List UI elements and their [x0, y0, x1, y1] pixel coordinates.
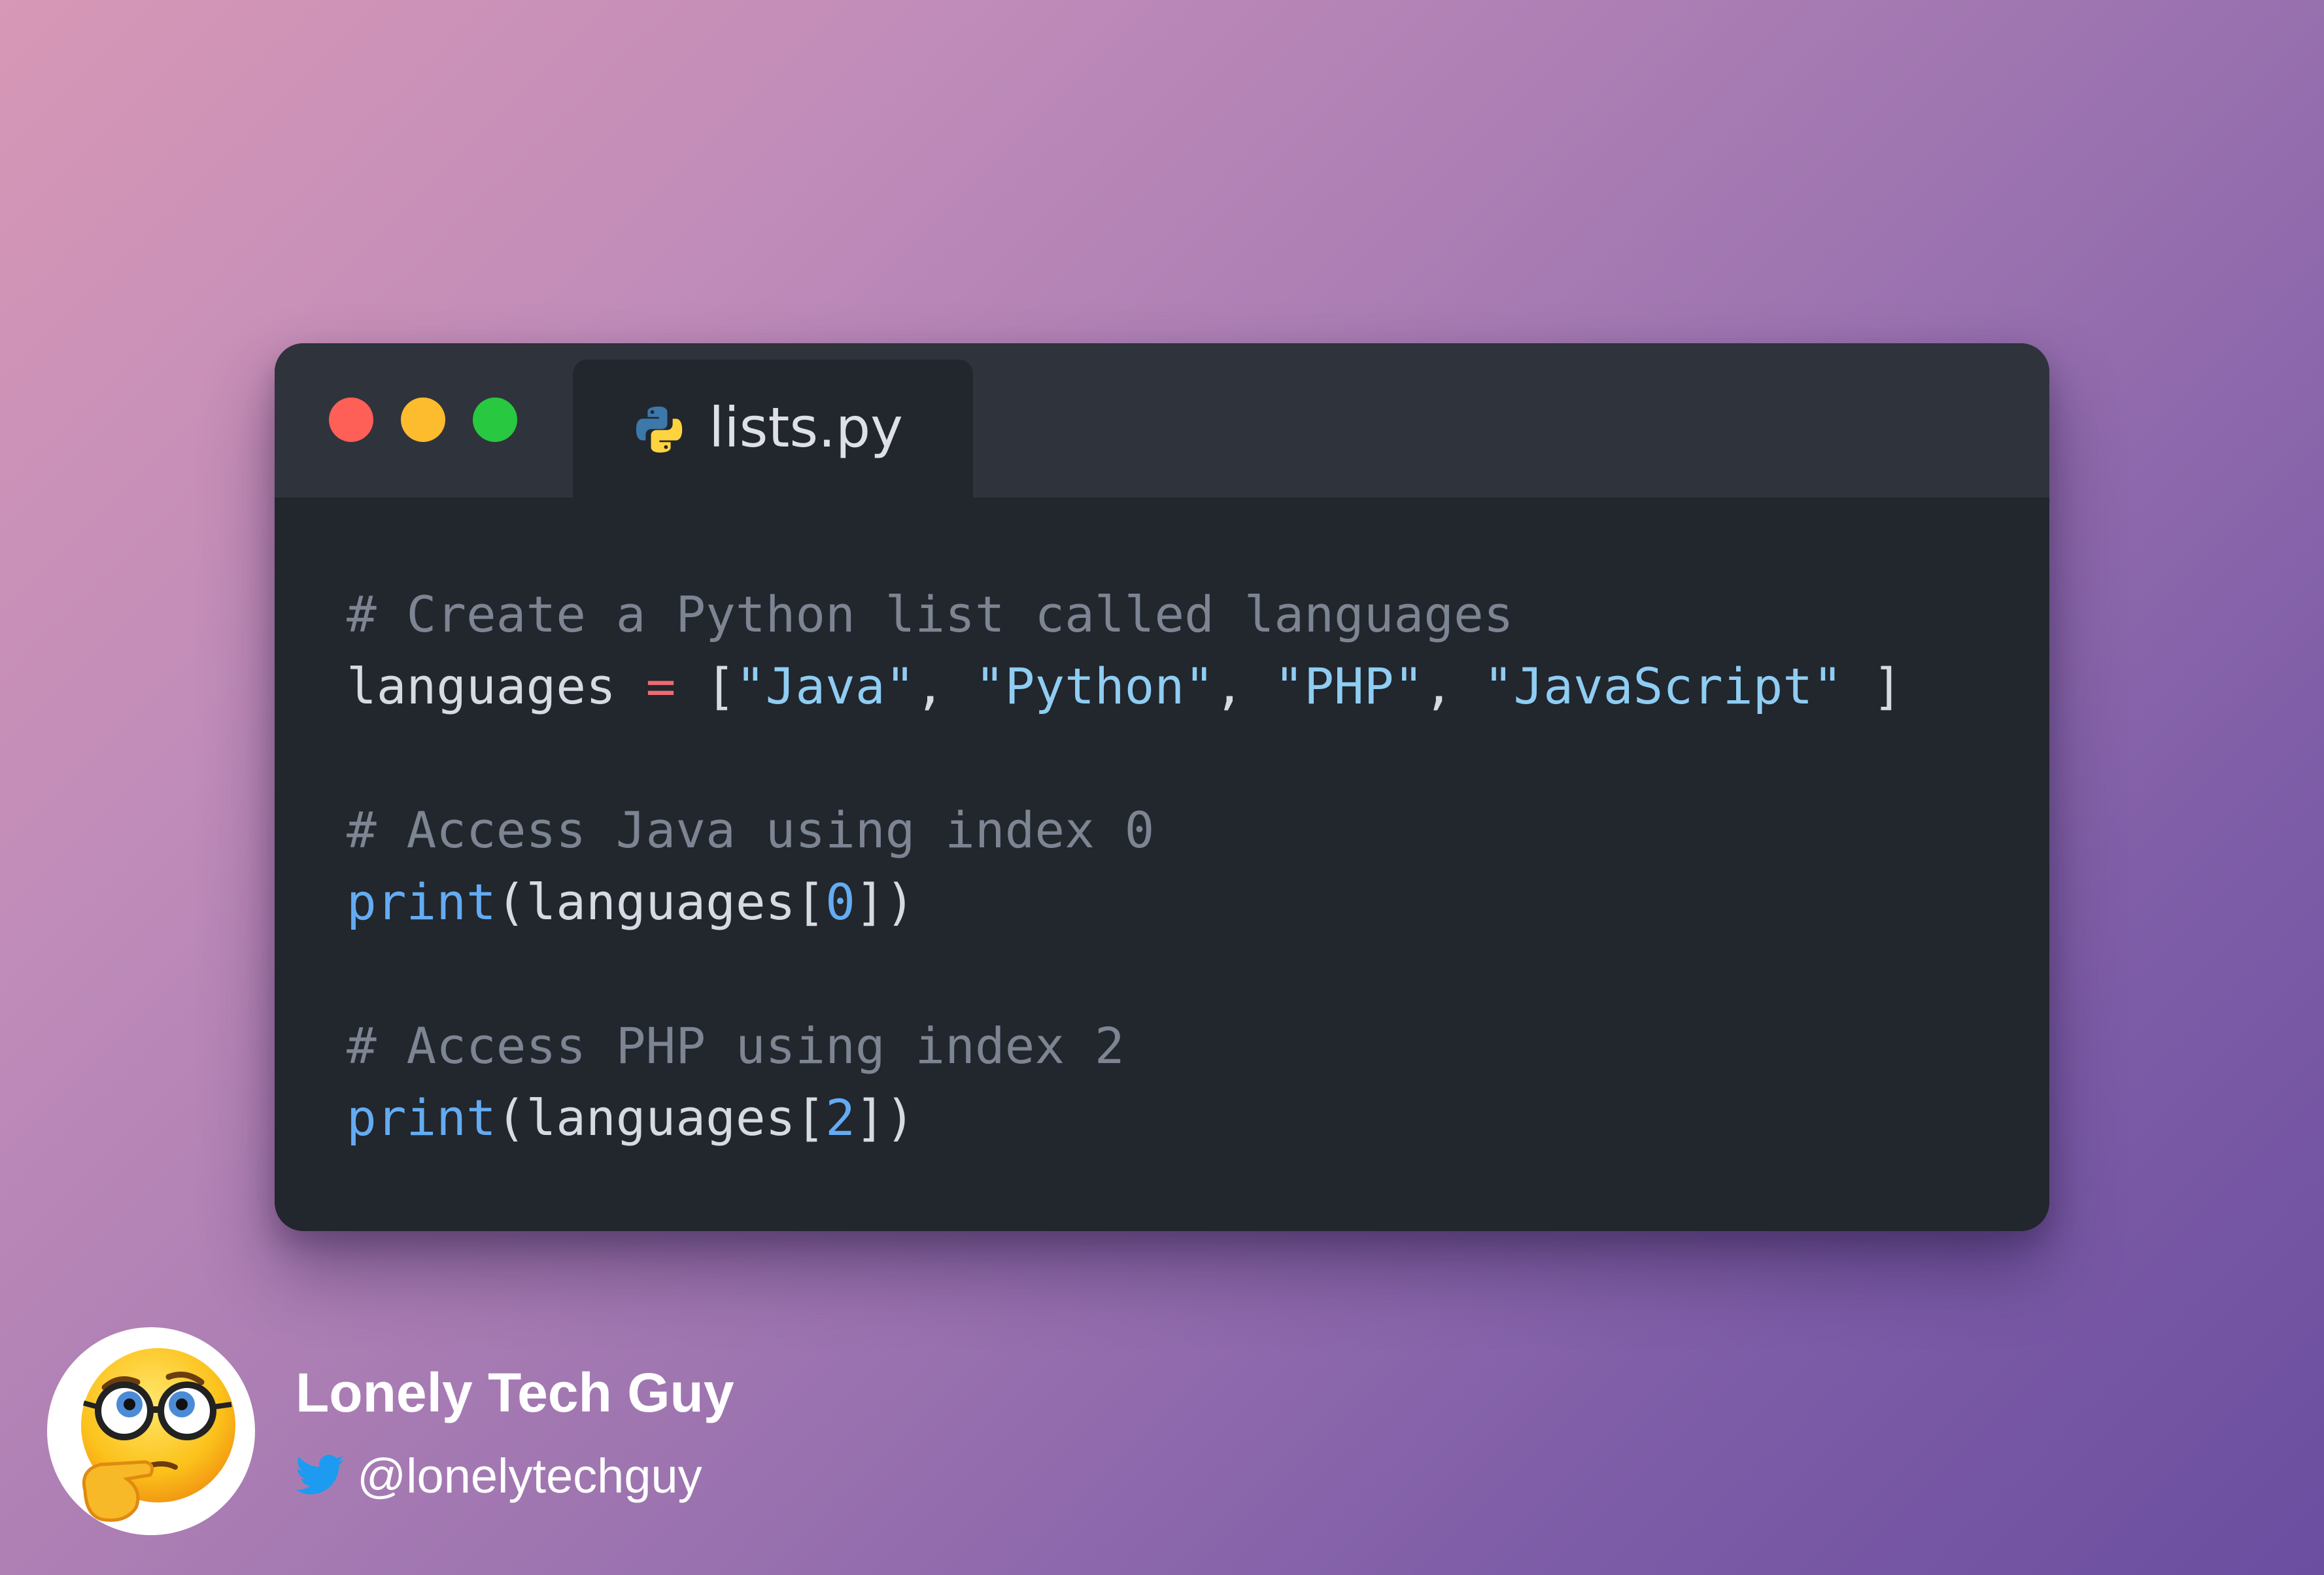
code-token-plain: ] [1842, 657, 1903, 715]
code-token-str: "Java" [735, 657, 915, 715]
code-line: print(languages[2]) [347, 1082, 1902, 1154]
code-token-fn: print [347, 873, 496, 931]
file-tab[interactable]: lists.py [573, 360, 973, 498]
code-token-comment: # Access Java using index 0 [347, 801, 1155, 859]
code-token-num: 2 [825, 1089, 855, 1147]
code-line: # Access Java using index 0 [347, 794, 1902, 866]
author-name: Lonely Tech Guy [296, 1362, 734, 1423]
tab-filename: lists.py [709, 396, 903, 460]
code-token-plain: (languages[ [496, 873, 826, 931]
code-token-comment: # Access PHP using index 2 [347, 1017, 1125, 1075]
code-token-op: = [645, 657, 676, 715]
code-token-str: "JavaScript" [1483, 657, 1843, 715]
code-line: print(languages[0]) [347, 866, 1902, 938]
code-window: lists.py # Create a Python list called l… [275, 343, 2049, 1231]
twitter-bird-icon [296, 1455, 344, 1495]
code-token-plain: , [1214, 657, 1274, 715]
code-line: # Access PHP using index 2 [347, 1010, 1902, 1082]
code-token-plain: , [1424, 657, 1484, 715]
code-token-str: "PHP" [1274, 657, 1424, 715]
code-token-num: 0 [825, 873, 855, 931]
code-token-plain: languages [347, 657, 646, 715]
code-token-plain: [ [675, 657, 736, 715]
window-titlebar: lists.py [275, 343, 2049, 498]
code-token-plain: (languages[ [496, 1089, 826, 1147]
author-handle: @lonelytechguy [357, 1449, 702, 1503]
python-icon [636, 406, 683, 453]
code-block: # Create a Python list called languages l… [347, 579, 1902, 1154]
code-token-comment: # Create a Python list called languages [347, 585, 1514, 643]
avatar[interactable] [47, 1327, 255, 1535]
close-window-button[interactable] [329, 398, 373, 442]
code-token-plain: ]) [855, 873, 915, 931]
code-token-plain: , [915, 657, 975, 715]
maximize-window-button[interactable] [473, 398, 517, 442]
code-token-plain: ]) [855, 1089, 915, 1147]
code-line: # Create a Python list called languages [347, 579, 1902, 651]
code-token-fn: print [347, 1089, 496, 1147]
nerd-face-thinking-emoji-icon [81, 1348, 235, 1522]
code-line: languages = ["Java", "Python", "PHP", "J… [347, 651, 1902, 722]
code-token-str: "Python" [974, 657, 1214, 715]
minimize-window-button[interactable] [401, 398, 445, 442]
